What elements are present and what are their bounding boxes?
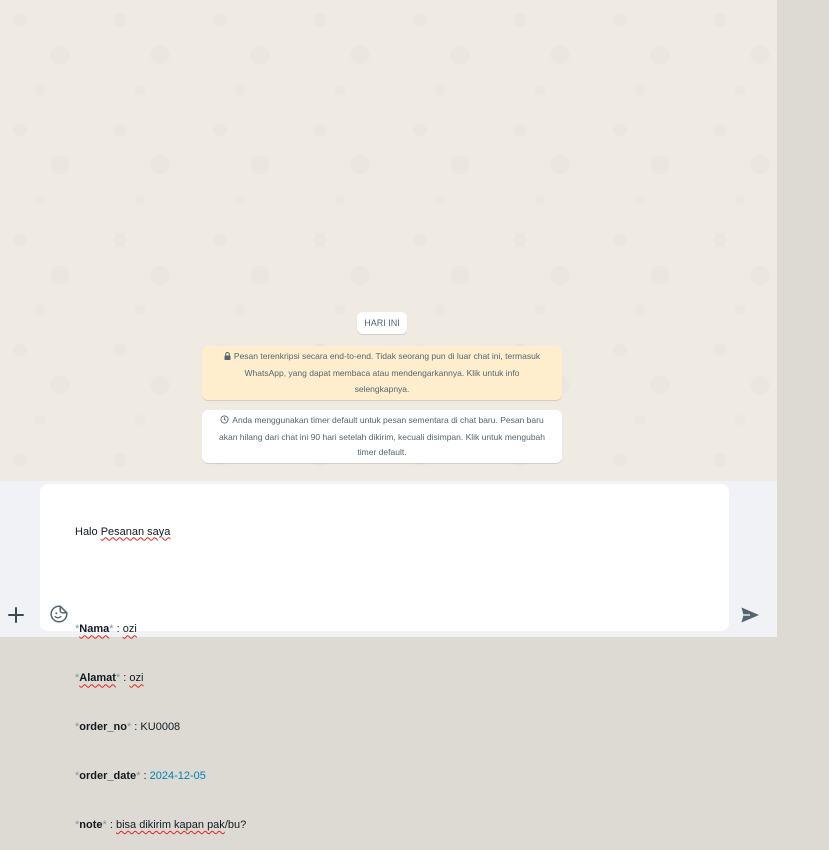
sticker-button[interactable] [49,604,69,624]
separator: : [106,818,116,831]
field-label: Alamat [79,672,116,685]
field-label: order_no [79,721,127,734]
plus-icon [8,607,24,623]
field-line-order-date: *order_date* : 2024-12-05 [75,768,246,784]
lock-icon [224,349,231,365]
attach-plus-button[interactable] [4,603,28,627]
greeting-line: Halo Pesanan saya [75,524,246,540]
chat-wallpaper [0,0,777,481]
right-panel-edge [777,0,829,643]
encryption-notice-text: Pesan terenkripsi secara end-to-end. Tid… [233,351,541,394]
field-value: KU0008 [140,721,181,734]
timer-notice-text: Anda menggunakan timer default untuk pes… [218,415,545,457]
field-line-note: *note* : bisa dikirim kapan pak/bu? [75,817,246,833]
message-draft: Halo Pesanan saya *Nama* : ozi *Alamat* … [75,491,246,850]
greeting-word: Halo [75,525,98,538]
field-label: Nama [79,623,110,636]
field-line-order-no: *order_no* : KU0008 [75,719,246,735]
timer-icon [220,414,229,430]
send-icon [741,607,759,623]
field-label: order_date [79,770,137,783]
field-value: ozi [122,623,137,636]
separator: : [120,672,130,685]
disappearing-timer-notice[interactable]: Anda menggunakan timer default untuk pes… [202,410,562,463]
encryption-notice[interactable]: Pesan terenkripsi secara end-to-end. Tid… [202,346,562,400]
sticker-icon [50,605,68,623]
field-line-alamat: *Alamat* : ozi [75,670,246,686]
separator: : [131,721,141,734]
date-chip: HARI INI [357,312,407,334]
field-value-rest: /bu? [224,818,247,831]
send-button[interactable] [739,604,761,626]
chat-area [0,0,777,481]
field-value: ozi [129,672,144,685]
separator: : [140,770,150,783]
field-value: bisa dikirim kapan pak [115,818,225,831]
field-label: note [79,818,103,831]
greeting-rest: Pesanan saya [100,525,171,538]
date-link[interactable]: 2024-12-05 [150,770,206,782]
separator: : [113,623,123,636]
field-line-nama: *Nama* : ozi [75,621,246,637]
